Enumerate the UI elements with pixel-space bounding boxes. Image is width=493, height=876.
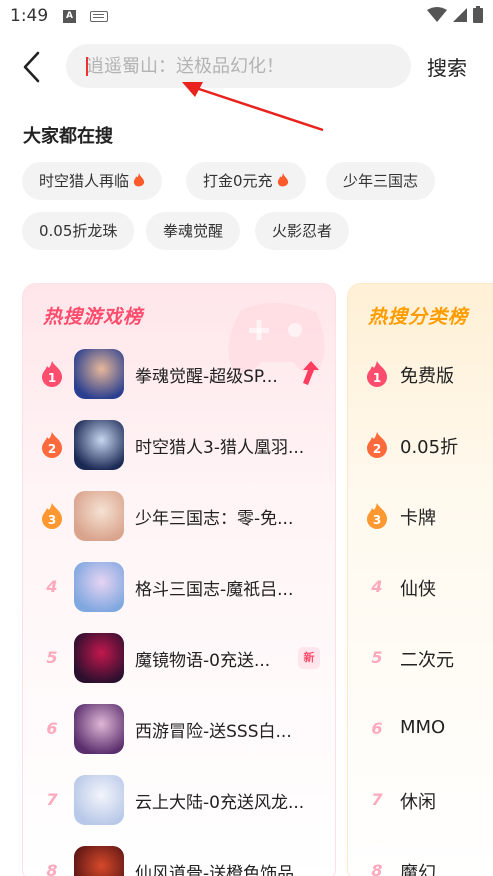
- category-name: 免费版: [400, 366, 454, 387]
- game-rank-row[interactable]: 8 仙风道骨-送橙色饰品...: [23, 841, 335, 876]
- game-name: 拳魂觉醒-超级SP...: [135, 367, 278, 387]
- category-rank-row[interactable]: 6 MMO: [348, 699, 493, 759]
- rank-number: 2: [48, 442, 56, 456]
- game-icon: [74, 562, 124, 612]
- category-name: 魔幻: [400, 863, 436, 876]
- flame-icon: [133, 173, 145, 187]
- search-button[interactable]: 搜索: [427, 52, 467, 81]
- hot-tag-4[interactable]: 0.05折龙珠: [22, 212, 135, 250]
- rank-number: 7: [371, 790, 383, 809]
- rank-number: 8: [371, 861, 383, 876]
- category-name: 卡牌: [400, 508, 436, 529]
- game-ranking-card: 热搜游戏榜 1 拳魂觉醒-超级SP... 2 时空猎人3-猎人凰羽... 3 少年三国志：…: [22, 283, 336, 876]
- new-badge: 新: [298, 647, 320, 669]
- rank-flame-badge-icon: 3: [42, 503, 62, 529]
- game-rank-row[interactable]: 5 魔镜物语-0充送... 新: [23, 628, 335, 688]
- rank-flame-badge-icon: 3: [367, 503, 387, 529]
- category-name: 休闲: [400, 792, 436, 813]
- game-icon: [74, 846, 124, 876]
- game-name: 时空猎人3-猎人凰羽...: [135, 438, 305, 458]
- tag-label: 火影忍者: [272, 222, 333, 240]
- game-icon: [74, 491, 124, 541]
- rank-number: 1: [373, 371, 381, 385]
- game-ranking-title: 热搜游戏榜: [43, 306, 144, 328]
- rank-number: 2: [373, 442, 381, 456]
- category-name: 0.05折: [400, 437, 459, 458]
- status-bar: 1:49 A: [0, 0, 493, 34]
- rank-number: 3: [48, 513, 56, 527]
- rank-flame-badge-icon: 2: [42, 432, 62, 458]
- game-icon: [74, 704, 124, 754]
- game-name: 魔镜物语-0充送...: [135, 651, 271, 671]
- hot-tag-2[interactable]: 打金0元充: [186, 162, 306, 200]
- game-name: 云上大陆-0充送风龙...: [135, 793, 305, 813]
- category-ranking-title: 热搜分类榜: [368, 306, 469, 328]
- category-name: 二次元: [400, 650, 454, 671]
- hot-tag-3[interactable]: 少年三国志: [326, 162, 436, 200]
- rank-number: 6: [371, 719, 383, 738]
- rank-number: 6: [46, 719, 58, 738]
- hot-tag-6[interactable]: 火影忍者: [255, 212, 350, 250]
- rank-number: 4: [371, 577, 383, 596]
- game-name: 少年三国志：零-免...: [135, 509, 294, 529]
- hot-tag-5[interactable]: 拳魂觉醒: [146, 212, 241, 250]
- battery-icon: [473, 6, 483, 23]
- game-rank-row[interactable]: 7 云上大陆-0充送风龙...: [23, 770, 335, 830]
- game-name: 西游冒险-送SSS白...: [135, 722, 292, 742]
- rank-flame-badge-icon: 1: [367, 361, 387, 387]
- rank-number: 5: [371, 648, 383, 667]
- category-name: 仙侠: [400, 579, 436, 600]
- status-time: 1:49: [10, 6, 49, 26]
- category-rank-row[interactable]: 1 免费版: [348, 344, 493, 404]
- text-cursor: [86, 57, 88, 76]
- category-rank-row[interactable]: 7 休闲: [348, 770, 493, 830]
- tag-label: 0.05折龙珠: [39, 222, 118, 240]
- category-rank-row[interactable]: 2 0.05折: [348, 415, 493, 475]
- hot-search-title: 大家都在搜: [23, 126, 113, 147]
- tag-label: 时空猎人再临: [39, 172, 130, 190]
- rank-flame-badge-icon: 2: [367, 432, 387, 458]
- tag-label: 打金0元充: [203, 172, 273, 190]
- rank-number: 4: [46, 577, 58, 596]
- game-name: 格斗三国志-魔祇吕...: [135, 580, 294, 600]
- game-icon: [74, 633, 124, 683]
- game-rank-row[interactable]: 4 格斗三国志-魔祇吕...: [23, 557, 335, 617]
- hot-tag-1[interactable]: 时空猎人再临: [22, 162, 163, 200]
- category-rank-row[interactable]: 4 仙侠: [348, 557, 493, 617]
- rank-number: 5: [46, 648, 58, 667]
- back-button[interactable]: [18, 47, 48, 87]
- category-rank-row[interactable]: 8 魔幻: [348, 841, 493, 876]
- keyboard-icon: [90, 11, 108, 22]
- notification-a-icon: A: [63, 10, 76, 23]
- category-ranking-card: 热搜分类榜 1 免费版 2 0.05折 3 卡牌 4 仙侠 5 二次元 6 MMO 7 休闲 8 魔幻: [347, 283, 493, 876]
- status-indicators: [427, 6, 483, 23]
- search-input[interactable]: [86, 44, 396, 88]
- rank-number: 8: [46, 861, 58, 876]
- category-rank-row[interactable]: 5 二次元: [348, 628, 493, 688]
- game-icon: [74, 775, 124, 825]
- trending-up-icon: [303, 361, 319, 385]
- rank-number: 3: [373, 513, 381, 527]
- game-rank-row[interactable]: 2 时空猎人3-猎人凰羽...: [23, 415, 335, 475]
- signal-icon: [453, 7, 467, 22]
- flame-icon: [277, 173, 288, 187]
- category-name: MMO: [400, 717, 446, 738]
- game-icon: [74, 349, 124, 399]
- game-rank-row[interactable]: 3 少年三国志：零-免...: [23, 486, 335, 546]
- chevron-left-icon: [23, 51, 40, 83]
- tag-label: 少年三国志: [343, 172, 419, 190]
- wifi-icon: [427, 6, 447, 22]
- game-name: 仙风道骨-送橙色饰品...: [135, 864, 311, 876]
- category-rank-row[interactable]: 3 卡牌: [348, 486, 493, 546]
- rank-number: 7: [46, 790, 58, 809]
- game-icon: [74, 420, 124, 470]
- rank-number: 1: [48, 371, 56, 385]
- rank-flame-badge-icon: 1: [42, 361, 62, 387]
- game-rank-row[interactable]: 1 拳魂觉醒-超级SP...: [23, 344, 335, 404]
- search-box[interactable]: [66, 44, 411, 88]
- game-rank-row[interactable]: 6 西游冒险-送SSS白...: [23, 699, 335, 759]
- tag-label: 拳魂觉醒: [163, 222, 224, 240]
